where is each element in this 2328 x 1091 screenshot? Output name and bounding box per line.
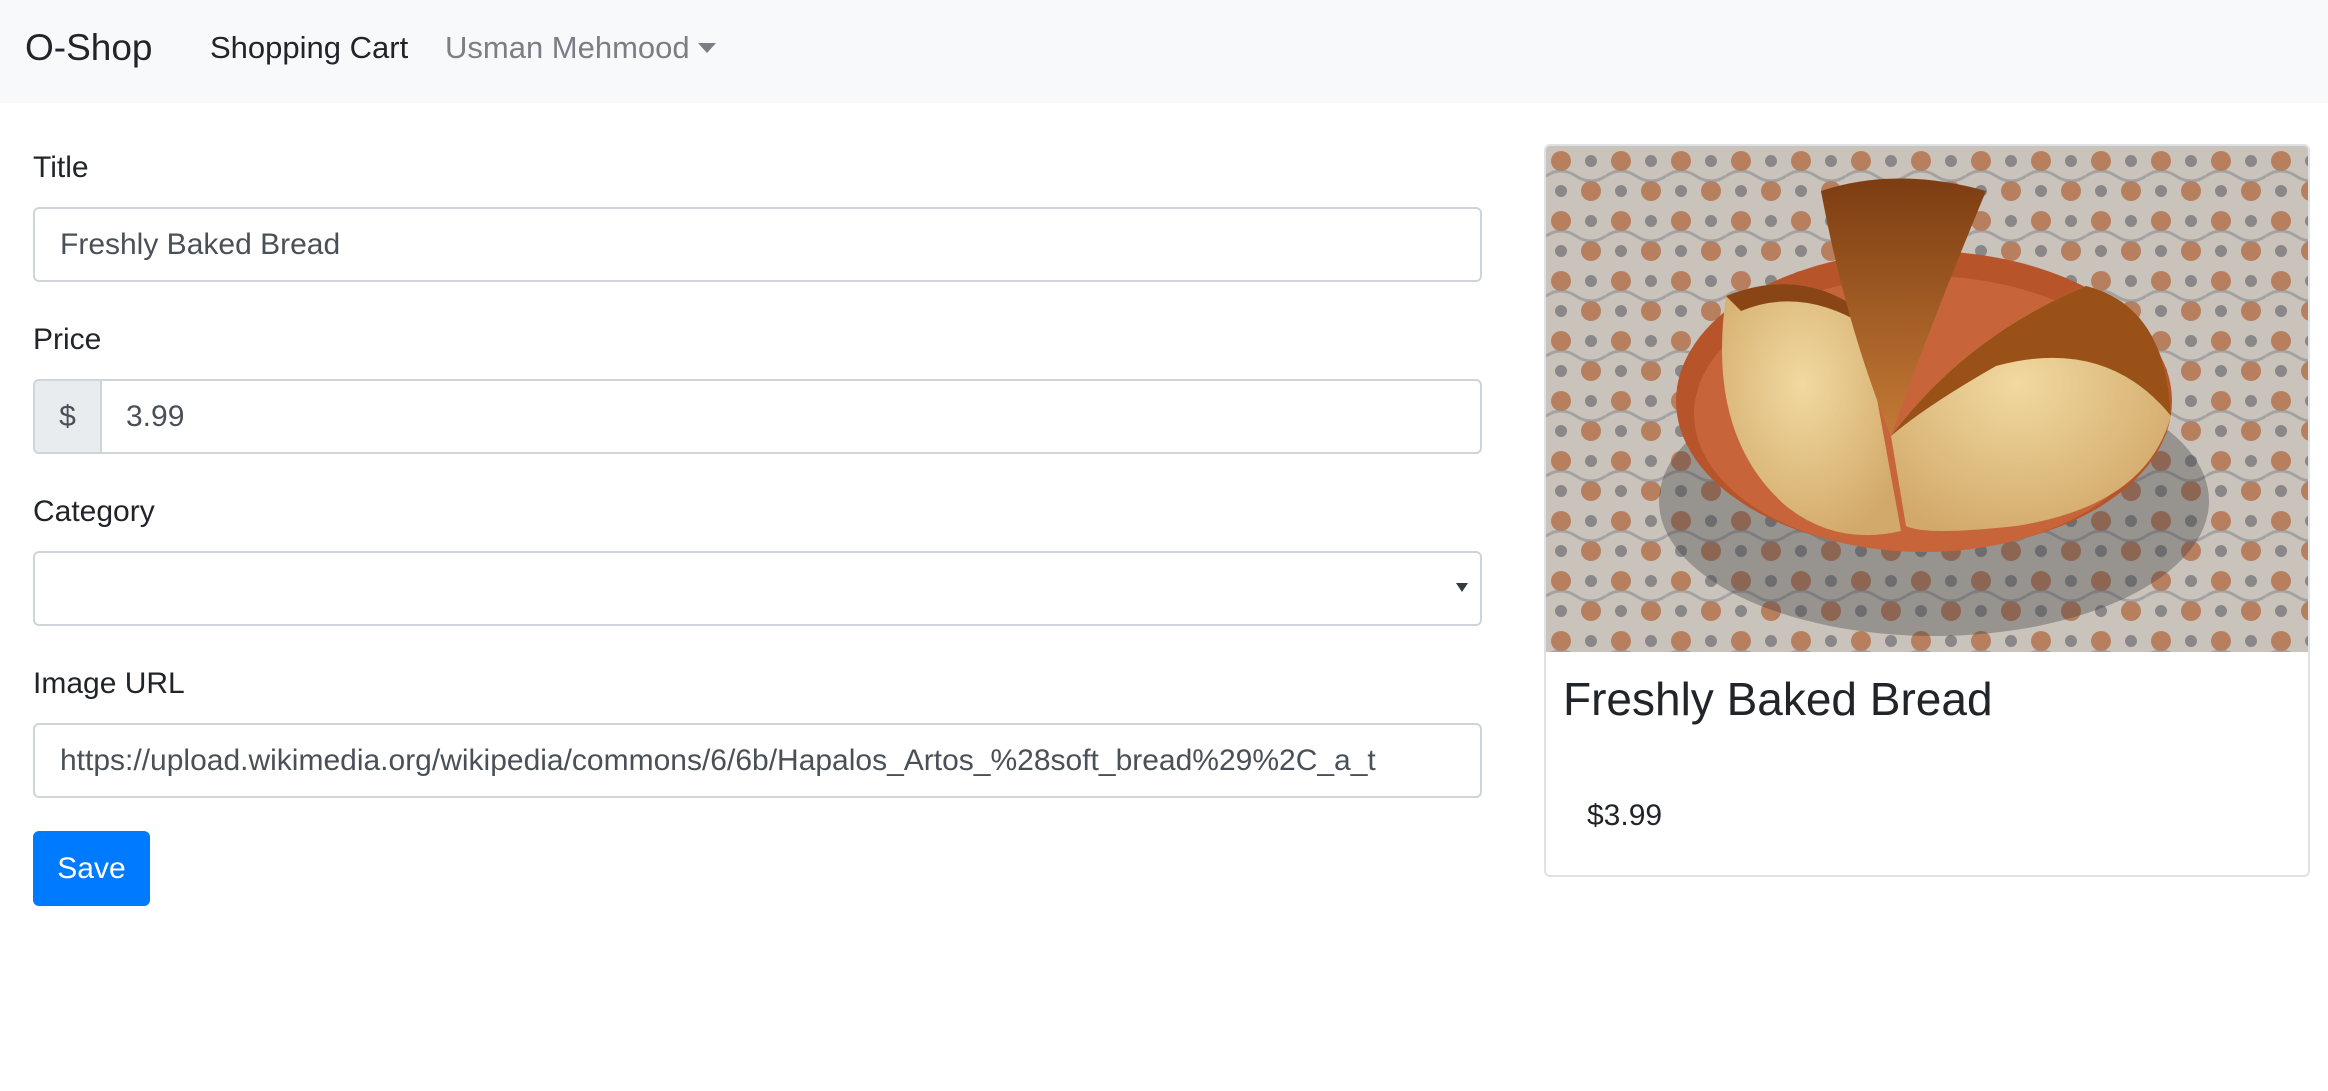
category-select[interactable]	[33, 551, 1482, 626]
image-url-label: Image URL	[33, 667, 185, 700]
brand-link[interactable]: O-Shop	[25, 24, 153, 72]
card-price: $3.99	[1587, 799, 1663, 832]
title-label: Title	[33, 151, 89, 184]
price-input-group: $	[33, 379, 1482, 454]
product-card: Freshly Baked Bread $3.99	[1544, 144, 2310, 877]
card-title: Freshly Baked Bread	[1563, 673, 1993, 725]
image-url-field	[33, 723, 1482, 798]
price-label: Price	[33, 323, 102, 356]
price-input[interactable]	[102, 381, 1480, 452]
user-dropdown-toggle[interactable]: Usman Mehmood	[445, 28, 716, 68]
bread-photo-icon	[1546, 146, 2308, 652]
caret-down-icon	[697, 43, 716, 53]
title-field	[33, 207, 1482, 282]
currency-prefix: $	[35, 381, 102, 452]
nav-shopping-cart[interactable]: Shopping Cart	[210, 28, 408, 68]
navbar: O-Shop Shopping Cart Usman Mehmood	[0, 0, 2328, 103]
image-url-input[interactable]	[35, 725, 1480, 796]
category-label: Category	[33, 495, 155, 528]
user-name: Usman Mehmood	[445, 30, 690, 65]
title-input[interactable]	[35, 209, 1480, 280]
save-button[interactable]: Save	[33, 831, 150, 906]
select-arrow-icon	[1456, 583, 1468, 592]
